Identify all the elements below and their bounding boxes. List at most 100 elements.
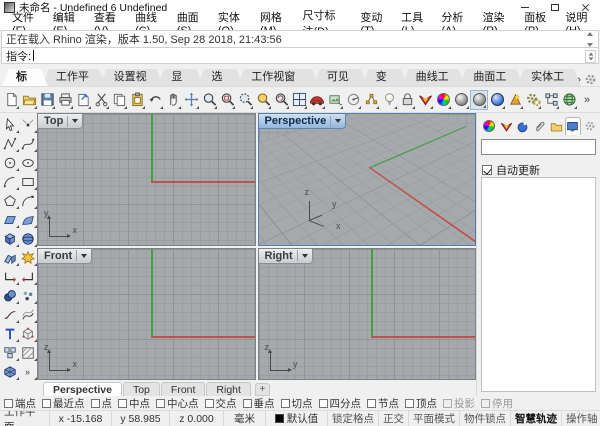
checkbox-icon[interactable] bbox=[405, 399, 414, 408]
tab-display[interactable]: 显示 bbox=[157, 69, 203, 86]
select-tool-button[interactable] bbox=[1, 115, 19, 134]
checkbox-icon[interactable] bbox=[42, 399, 51, 408]
units-pane[interactable]: 毫米 bbox=[224, 411, 266, 426]
polyline-tool-button[interactable] bbox=[1, 134, 19, 153]
checkbox-checked-icon[interactable] bbox=[482, 165, 492, 175]
panel-search-input[interactable] bbox=[481, 139, 596, 155]
checkbox-icon[interactable] bbox=[156, 399, 165, 408]
command-input-spinner[interactable] bbox=[585, 50, 596, 63]
command-history-scrollbar[interactable] bbox=[584, 32, 596, 47]
options-button[interactable] bbox=[524, 90, 542, 110]
osnap-near[interactable]: 最近点 bbox=[42, 396, 85, 410]
toggle-smart-track[interactable]: 智慧轨迹 bbox=[511, 411, 562, 426]
mesh-tool-button[interactable] bbox=[1, 362, 19, 381]
tab-set-view[interactable]: 设置视图 bbox=[100, 69, 164, 86]
tab-visibility[interactable]: 可见性 bbox=[313, 69, 368, 86]
lights-button[interactable] bbox=[380, 90, 398, 110]
save-button[interactable] bbox=[38, 90, 56, 110]
panel-tab-attachments[interactable] bbox=[531, 117, 548, 135]
panel-tab-display[interactable] bbox=[481, 117, 498, 135]
checkbox-icon[interactable] bbox=[319, 399, 328, 408]
arc-tool-button[interactable] bbox=[1, 172, 19, 191]
osnap-disable[interactable]: 停用 bbox=[481, 396, 513, 410]
nodes-button[interactable] bbox=[362, 90, 380, 110]
viewport-title-right[interactable]: Right bbox=[259, 249, 313, 264]
add-viewport-tab-button[interactable]: + bbox=[255, 383, 270, 396]
text-tool-button[interactable] bbox=[1, 324, 19, 343]
new-file-button[interactable] bbox=[2, 90, 20, 110]
copy-button[interactable] bbox=[110, 90, 128, 110]
panel-options-button[interactable] bbox=[581, 117, 598, 135]
sphere-tool-button[interactable] bbox=[19, 229, 37, 248]
point-cube-tool-button[interactable] bbox=[19, 324, 37, 343]
history-button[interactable] bbox=[542, 90, 560, 110]
cplane-pane[interactable]: 工作平面 bbox=[0, 411, 50, 426]
patch-tool-button[interactable] bbox=[19, 210, 37, 229]
tab-select[interactable]: 选取 bbox=[197, 69, 243, 86]
trim-tool-button[interactable] bbox=[1, 267, 19, 286]
panel-tab-environment[interactable] bbox=[514, 117, 531, 135]
osnap-quadrant[interactable]: 四分点 bbox=[319, 396, 362, 410]
corner-curve-tool-button[interactable] bbox=[19, 191, 37, 210]
zoom-dynamic-button[interactable] bbox=[200, 90, 218, 110]
boolean-tool-button[interactable] bbox=[1, 286, 19, 305]
osnap-point[interactable]: 点 bbox=[91, 396, 113, 410]
viewport-title-top[interactable]: Top bbox=[38, 114, 83, 129]
command-input[interactable]: 指令: bbox=[1, 47, 599, 64]
osnap-project[interactable]: 投影 bbox=[443, 396, 475, 410]
viewport-tab-perspective[interactable]: Perspective bbox=[43, 382, 122, 396]
checkbox-icon[interactable] bbox=[205, 399, 214, 408]
gear-icon[interactable] bbox=[584, 73, 597, 86]
point-cloud-tool-button[interactable] bbox=[19, 286, 37, 305]
checkbox-icon[interactable] bbox=[118, 399, 127, 408]
viewport-top[interactable]: y x Top bbox=[37, 113, 256, 246]
shaded-viewport-button[interactable] bbox=[470, 90, 488, 110]
viewport-layout-button[interactable] bbox=[290, 90, 308, 110]
checkbox-icon[interactable] bbox=[367, 399, 376, 408]
checkbox-icon[interactable] bbox=[481, 399, 490, 408]
point-tool-button[interactable] bbox=[19, 115, 37, 134]
tab-solid-tools[interactable]: 实体工具 bbox=[517, 69, 581, 86]
block-tool-button[interactable] bbox=[1, 343, 19, 362]
toggle-grid-snap[interactable]: 锁定格点 bbox=[328, 411, 379, 426]
osnap-perpendicular[interactable]: 垂点 bbox=[243, 396, 275, 410]
viewport-title-front[interactable]: Front bbox=[38, 249, 92, 264]
viewport-tab-front[interactable]: Front bbox=[161, 382, 206, 396]
export-button[interactable] bbox=[74, 90, 92, 110]
fillet-surface-tool-button[interactable] bbox=[1, 248, 19, 267]
viewport-tab-top[interactable]: Top bbox=[123, 382, 160, 396]
color-wheel-button[interactable] bbox=[434, 90, 452, 110]
osnap-center[interactable]: 中心点 bbox=[156, 396, 199, 410]
flag-button[interactable] bbox=[416, 90, 434, 110]
tab-viewport-layout[interactable]: 工作视窗配置 bbox=[237, 69, 319, 86]
sidebar-overflow[interactable]: » bbox=[19, 362, 37, 381]
viewport-title-perspective[interactable]: Perspective bbox=[259, 114, 347, 129]
panel-tab-files[interactable] bbox=[548, 117, 565, 135]
lock-button[interactable] bbox=[398, 90, 416, 110]
toggle-gumball[interactable]: 操作轴 bbox=[562, 411, 600, 426]
circle-tool-button[interactable] bbox=[1, 153, 19, 172]
osnap-vertex[interactable]: 顶点 bbox=[405, 396, 437, 410]
tab-standard[interactable]: 标准 bbox=[2, 69, 48, 86]
offset-tool-button[interactable] bbox=[19, 305, 37, 324]
viewport-perspective[interactable]: z y x Perspective bbox=[258, 113, 477, 246]
rectangle-tool-button[interactable] bbox=[19, 172, 37, 191]
paste-button[interactable] bbox=[128, 90, 146, 110]
osnap-end[interactable]: 端点 bbox=[4, 396, 36, 410]
named-view-button[interactable] bbox=[326, 90, 344, 110]
explode-tool-button[interactable] bbox=[19, 248, 37, 267]
curve-tool-button[interactable] bbox=[19, 134, 37, 153]
viewport-tab-right[interactable]: Right bbox=[206, 382, 251, 396]
tab-surface-tools[interactable]: 曲面工具 bbox=[459, 69, 523, 86]
zoom-window-button[interactable] bbox=[236, 90, 254, 110]
raytrace-button[interactable] bbox=[506, 90, 524, 110]
tab-curve-tools[interactable]: 曲线工具 bbox=[402, 69, 466, 86]
circle-arrow-button[interactable] bbox=[344, 90, 362, 110]
osnap-intersection[interactable]: 交点 bbox=[205, 396, 237, 410]
checkbox-icon[interactable] bbox=[443, 399, 452, 408]
pan-button[interactable] bbox=[164, 90, 182, 110]
box-tool-button[interactable] bbox=[1, 229, 19, 248]
checkbox-icon[interactable] bbox=[243, 399, 252, 408]
tab-cplane[interactable]: 工作平面 bbox=[42, 69, 106, 86]
auto-update-checkbox-row[interactable]: 自动更新 bbox=[482, 162, 540, 178]
